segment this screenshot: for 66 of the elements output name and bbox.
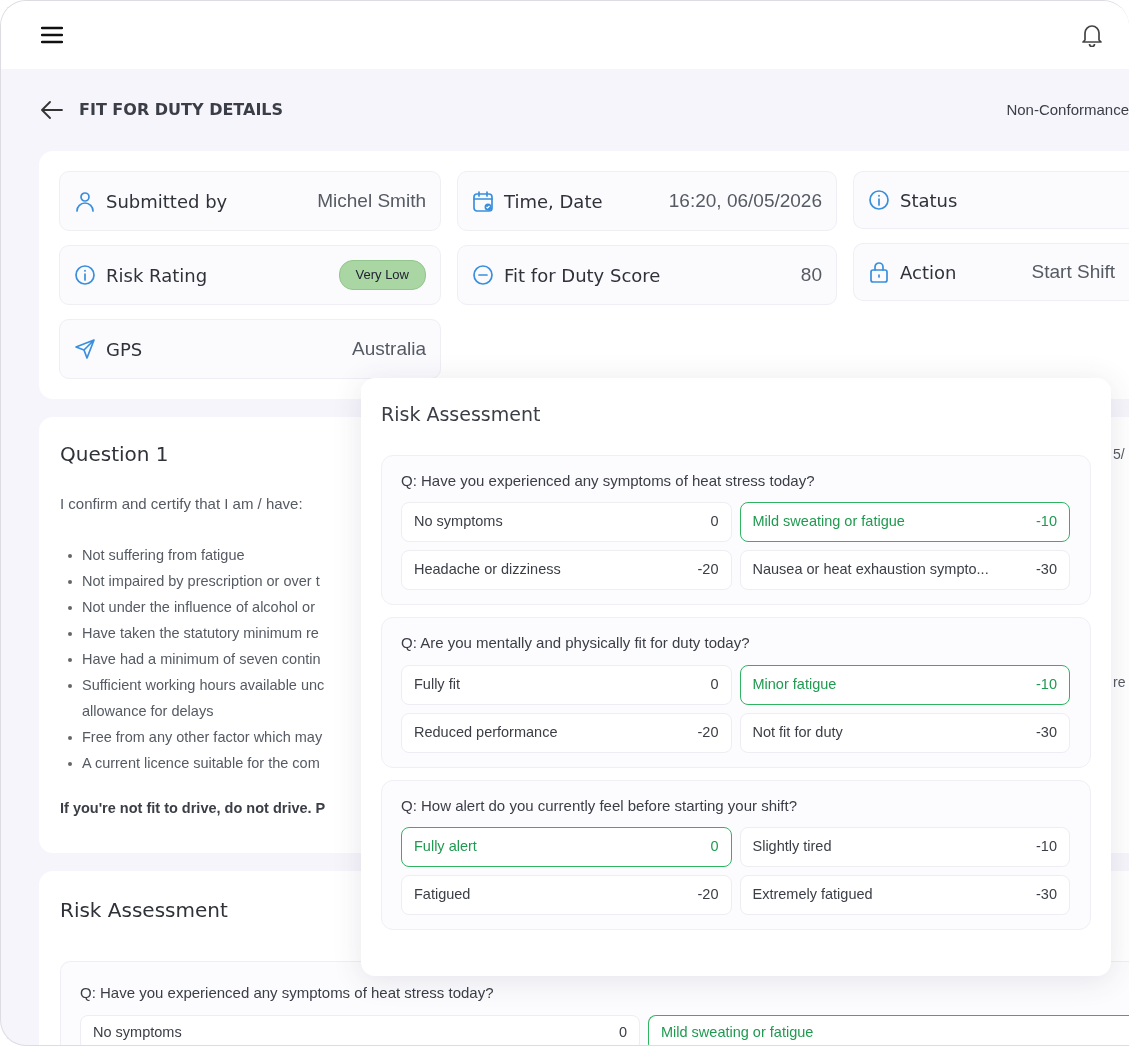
detail-value: Start Shift xyxy=(1031,259,1115,284)
page-title: FIT FOR DUTY DETAILS xyxy=(79,99,284,121)
intro-text: I confirm and certify that I am / have: xyxy=(60,494,304,514)
list-item-text: Free from any other factor which may xyxy=(82,727,323,747)
detail-label: GPS xyxy=(106,337,143,362)
bullet-icon xyxy=(68,735,72,740)
answer-option[interactable]: No symptoms 0 xyxy=(401,502,732,542)
list-item-text: Sufficient working hours available unc allowance for delays xyxy=(82,675,325,721)
list-item-text: Have had a minimum of seven contin xyxy=(82,649,321,669)
bullet-icon xyxy=(68,631,72,636)
answer-option[interactable]: Fully alert 0 xyxy=(401,827,732,867)
list-item-text: A current licence suitable for the com xyxy=(82,753,320,773)
bullet-icon xyxy=(68,553,72,558)
detail-value: Australia xyxy=(352,336,426,361)
popup-title: Risk Assessment xyxy=(381,402,542,427)
answer-option[interactable]: Mild sweating or fatigue -10 xyxy=(739,502,1070,542)
bullet-icon xyxy=(68,579,72,584)
list-item-text: Not under the influence of alcohol or xyxy=(82,597,315,617)
answer-option[interactable]: Mild sweating or fatigue xyxy=(648,1014,1129,1045)
cut-text: re xyxy=(1113,673,1126,690)
answer-option[interactable]: Slightly tired -10 xyxy=(739,827,1070,867)
date-text: 5/ xyxy=(1113,444,1126,464)
bullet-icon xyxy=(68,657,72,662)
lock-icon xyxy=(868,261,890,283)
risk-badge: Very Low xyxy=(338,260,426,290)
bell-icon[interactable] xyxy=(1081,23,1103,47)
list-item-text: Have taken the statutory minimum re xyxy=(82,623,319,643)
answer-option[interactable]: Not fit for duty -30 xyxy=(739,712,1070,753)
detail-value: Michel Smith xyxy=(317,188,426,213)
list-item-text: Not impaired by prescription or over t xyxy=(82,571,320,591)
bullet-icon xyxy=(68,605,72,610)
calendar-icon xyxy=(472,190,494,212)
detail-label: Risk Rating xyxy=(106,263,208,288)
detail-label: Fit for Duty Score xyxy=(504,263,661,288)
bullet-icon xyxy=(68,761,72,766)
detail-label: Action xyxy=(900,260,957,285)
answer-option[interactable]: Fully fit 0 xyxy=(401,664,732,705)
section-title: Risk Assessment xyxy=(60,897,228,924)
answer-option[interactable]: Fatigued -20 xyxy=(401,875,732,915)
send-icon xyxy=(74,338,96,360)
warning-text: If you're not fit to drive, do not drive. P xyxy=(60,798,326,818)
list-item-text: Not suffering from fatigue xyxy=(82,545,245,565)
minus-circle-icon xyxy=(472,264,494,286)
detail-value: 80 xyxy=(800,262,822,287)
info-icon xyxy=(868,189,890,211)
question-title: Question 1 xyxy=(60,441,169,468)
non-conformance-link[interactable]: Non-Conformance xyxy=(1006,98,1129,122)
question-text: Q: Have you experienced any symptoms of heat stress today? xyxy=(401,470,816,491)
bullet-icon xyxy=(68,683,72,688)
answer-option[interactable]: Nausea or heat exhaustion sympto... -30 xyxy=(739,550,1070,590)
back-arrow-icon[interactable] xyxy=(41,101,63,119)
info-icon xyxy=(74,264,96,286)
answer-option[interactable]: Minor fatigue -10 xyxy=(739,664,1070,705)
answer-option[interactable]: Reduced performance -20 xyxy=(401,712,732,753)
user-icon xyxy=(74,190,96,212)
answer-option[interactable]: Extremely fatigued -30 xyxy=(739,875,1070,915)
answer-option[interactable]: No symptoms 0 xyxy=(80,1014,640,1045)
detail-value: 16:20, 06/05/2026 xyxy=(668,188,822,213)
question-text: Q: How alert do you currently feel before starting your shift? xyxy=(401,795,799,816)
answer-option[interactable]: Headache or dizziness -20 xyxy=(401,550,732,590)
menu-icon[interactable] xyxy=(41,26,63,44)
detail-label: Status xyxy=(900,188,958,213)
question-text: Q: Are you mentally and physically fit for duty today? xyxy=(401,633,751,653)
detail-label: Time, Date xyxy=(504,189,603,214)
question-text: Q: Have you experienced any symptoms of heat stress today? xyxy=(80,983,494,1003)
detail-label: Submitted by xyxy=(106,189,228,214)
